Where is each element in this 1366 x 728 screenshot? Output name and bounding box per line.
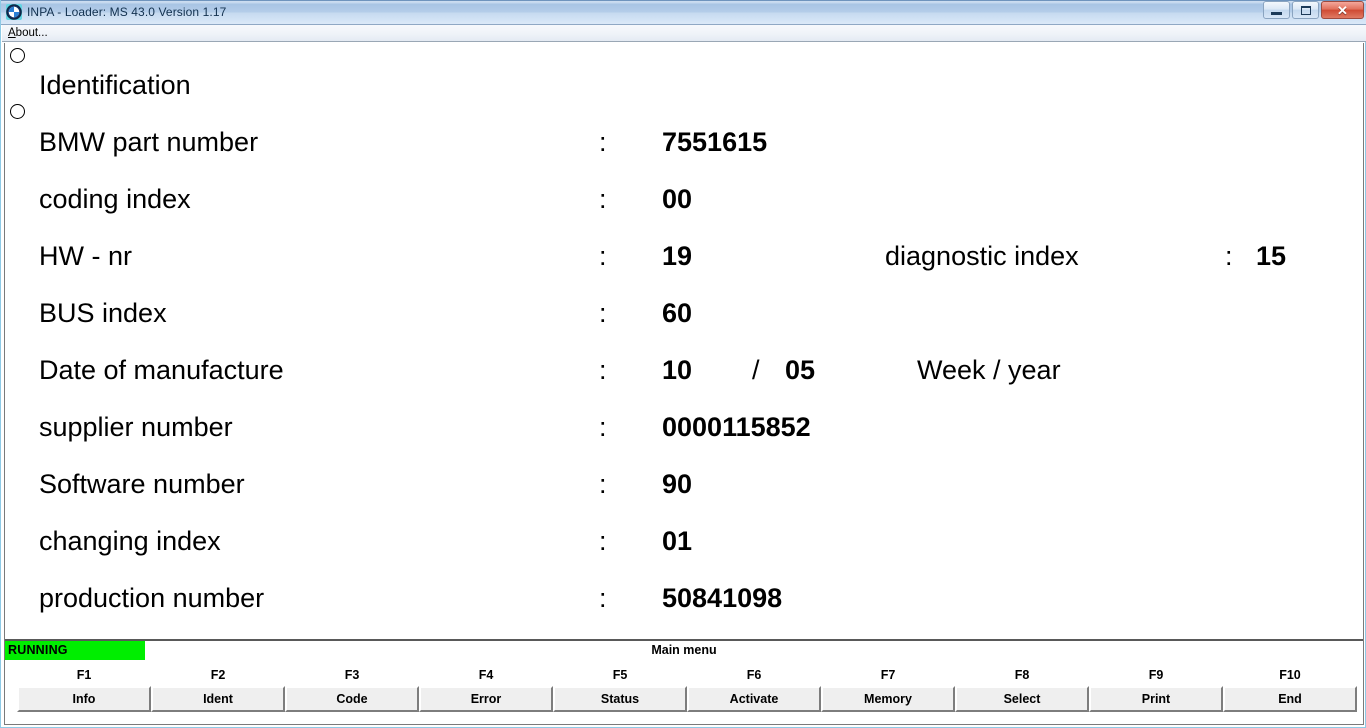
row-note: Week / year	[917, 355, 1061, 385]
row-label: BUS index	[39, 298, 167, 328]
minimize-icon	[1271, 11, 1282, 15]
application-window: INPA - Loader: MS 43.0 Version 1.17 ✕ Ab…	[0, 0, 1366, 728]
fkey-button-select[interactable]: Select	[955, 686, 1089, 712]
fkey-label-f6: F6	[746, 668, 762, 682]
row-value: 90	[662, 469, 693, 499]
row-value: 7551615	[662, 127, 768, 157]
fkey-label-f8: F8	[1014, 668, 1030, 682]
row-secondary-label: diagnostic index	[885, 241, 1079, 271]
fkey-button-memory[interactable]: Memory	[821, 686, 955, 712]
row-secondary-colon: :	[1225, 241, 1233, 271]
function-key-buttons: Info Ident Code Error Status Activate Me…	[5, 686, 1363, 714]
table-row: production number : 50841098	[5, 578, 1363, 618]
table-row: BMW part number : 7551615	[5, 122, 1363, 162]
row-colon: :	[599, 355, 607, 385]
fkey-button-code[interactable]: Code	[285, 686, 419, 712]
fkey-button-error[interactable]: Error	[419, 686, 553, 712]
function-key-labels: F1 F2 F3 F4 F5 F6 F7 F8 F9 F10	[5, 666, 1363, 684]
row-secondary-value: 15	[1256, 241, 1287, 271]
close-icon: ✕	[1337, 2, 1348, 18]
row-value: 00	[662, 184, 693, 214]
menu-bar: About...	[2, 25, 1366, 42]
maximize-icon	[1300, 5, 1311, 15]
fkey-button-activate[interactable]: Activate	[687, 686, 821, 712]
table-row: Software number : 90	[5, 464, 1363, 504]
fkey-button-print[interactable]: Print	[1089, 686, 1223, 712]
page-title: Identification	[39, 70, 191, 100]
bmw-roundel-icon	[6, 4, 22, 20]
fkey-label-f7: F7	[880, 668, 896, 682]
row-label: Software number	[39, 469, 245, 499]
edge-marker-circle-2[interactable]	[10, 104, 25, 119]
row-label: BMW part number	[39, 127, 259, 157]
window-frame: INPA - Loader: MS 43.0 Version 1.17 ✕ Ab…	[0, 0, 1366, 728]
maximize-button[interactable]	[1292, 1, 1319, 19]
row-label: Date of manufacture	[39, 355, 284, 385]
row-value: 0000115852	[662, 412, 811, 442]
menu-item-about-accel: A	[8, 26, 16, 39]
fkey-label-f4: F4	[478, 668, 494, 682]
table-row: Date of manufacture : 10 / 05 Week / yea…	[5, 350, 1363, 390]
row-colon: :	[599, 583, 607, 613]
table-row: coding index : 00	[5, 179, 1363, 219]
table-row: supplier number : 0000115852	[5, 407, 1363, 447]
row-label: supplier number	[39, 412, 233, 442]
row-value: 50841098	[662, 583, 783, 613]
fkey-label-f3: F3	[344, 668, 360, 682]
row-colon: :	[599, 298, 607, 328]
table-row: Identification	[5, 65, 1363, 105]
table-row: BUS index : 60	[5, 293, 1363, 333]
fkey-button-ident[interactable]: Ident	[151, 686, 285, 712]
fkey-label-f2: F2	[210, 668, 226, 682]
row-colon: :	[599, 127, 607, 157]
row-value-secondary: 05	[785, 355, 816, 385]
row-colon: :	[599, 469, 607, 499]
row-value: 01	[662, 526, 693, 556]
row-colon: :	[599, 184, 607, 214]
row-value: 19	[662, 241, 693, 271]
fkey-button-end[interactable]: End	[1223, 686, 1357, 712]
table-row: changing index : 01	[5, 521, 1363, 561]
row-label: coding index	[39, 184, 191, 214]
fkey-label-f9: F9	[1148, 668, 1164, 682]
row-label: changing index	[39, 526, 221, 556]
fkey-button-info[interactable]: Info	[17, 686, 151, 712]
window-title: INPA - Loader: MS 43.0 Version 1.17	[27, 5, 227, 19]
window-controls: ✕	[1263, 1, 1364, 19]
row-colon: :	[599, 241, 607, 271]
row-value: 10	[662, 355, 693, 385]
row-separator: /	[752, 355, 760, 385]
fkey-label-f1: F1	[76, 668, 92, 682]
row-label: production number	[39, 583, 265, 613]
row-value: 60	[662, 298, 693, 328]
row-colon: :	[599, 412, 607, 442]
close-button[interactable]: ✕	[1321, 1, 1364, 19]
status-badge: RUNNING	[5, 641, 145, 660]
row-colon: :	[599, 526, 607, 556]
menu-item-about-label: bout...	[15, 26, 48, 39]
fkey-label-f10: F10	[1279, 668, 1301, 682]
minimize-button[interactable]	[1263, 1, 1290, 19]
row-label: HW - nr	[39, 241, 132, 271]
fkey-label-f5: F5	[612, 668, 628, 682]
menu-item-about[interactable]: About...	[2, 26, 52, 41]
client-area: Identification BMW part number : 7551615…	[4, 43, 1364, 725]
edge-marker-circle-1[interactable]	[10, 48, 25, 63]
title-bar[interactable]: INPA - Loader: MS 43.0 Version 1.17 ✕	[1, 0, 1366, 25]
fkey-button-status[interactable]: Status	[553, 686, 687, 712]
table-row: HW - nr : 19 diagnostic index : 15	[5, 236, 1363, 276]
main-menu-title: Main menu	[651, 643, 717, 657]
